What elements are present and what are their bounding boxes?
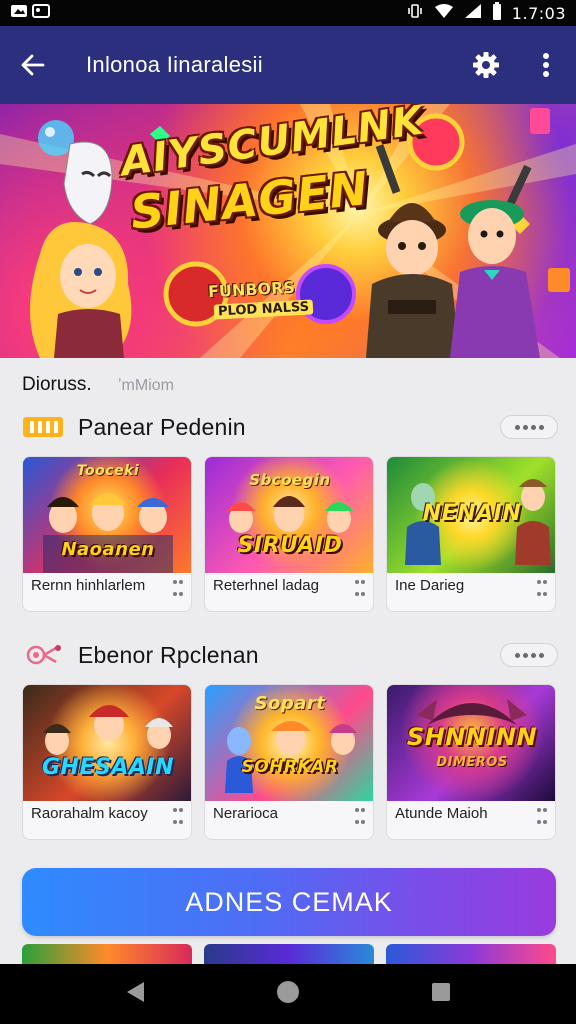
- card-menu-button[interactable]: [171, 805, 185, 827]
- game-thumbnail: Sbcoegin SIRUAID: [205, 457, 373, 573]
- game-title: Atunde Maioh: [395, 805, 488, 822]
- game-card[interactable]: Tooceki Naoanen Rernn hinhlarlem: [22, 456, 192, 612]
- cta-label: ADNES CEMAK: [185, 886, 393, 917]
- arrow-left-icon: [21, 54, 45, 76]
- game-thumbnail: Sopart SOHRKAR: [205, 685, 373, 801]
- more-vert-icon: [543, 53, 549, 77]
- status-bar: 1.7:03: [0, 0, 576, 26]
- game-card[interactable]: GHESAAIN Raorahalm kacoy: [22, 684, 192, 840]
- game-title: Reterhnel ladag: [213, 577, 319, 594]
- game-thumbnail: Tooceki Naoanen: [23, 457, 191, 573]
- notification-icon: [10, 3, 28, 24]
- game-thumbnail-peek[interactable]: [22, 944, 192, 964]
- game-thumbnail: SHNNINN DIMEROS: [387, 685, 555, 801]
- game-title: Ine Darieg: [395, 577, 465, 594]
- app-bar: Inlonoa Iinaralesii: [0, 26, 576, 104]
- game-card[interactable]: Sopart SOHRKAR Nerarioca: [204, 684, 374, 840]
- game-title: Raorahalm kacoy: [31, 805, 148, 822]
- card-menu-button[interactable]: [535, 805, 549, 827]
- game-thumbnail: NENAIN: [387, 457, 555, 573]
- hero-banner[interactable]: AIYSCUMLNK SINAGEN FUNBORS PLOD NALSS: [0, 104, 576, 358]
- more-horiz-button[interactable]: [500, 643, 558, 667]
- signal-icon: [464, 3, 482, 24]
- nav-back-button[interactable]: [124, 980, 146, 1009]
- more-menu-button[interactable]: [516, 26, 576, 104]
- card-menu-button[interactable]: [171, 577, 185, 599]
- game-card[interactable]: SHNNINN DIMEROS Atunde Maioh: [386, 684, 556, 840]
- vibrate-icon: [406, 3, 424, 24]
- section-header: Panear Pedenin: [22, 412, 558, 442]
- game-card[interactable]: NENAIN Ine Darieg: [386, 456, 556, 612]
- game-title: Rernn hinhlarlem: [31, 577, 146, 594]
- settings-button[interactable]: [456, 26, 516, 104]
- nav-home-icon: [276, 980, 299, 1003]
- card-menu-button[interactable]: [535, 577, 549, 599]
- card-menu-button[interactable]: [353, 577, 367, 599]
- game-card[interactable]: Sbcoegin SIRUAID Reterhnel ladag: [204, 456, 374, 612]
- card-menu-button[interactable]: [353, 805, 367, 827]
- nav-recents-button[interactable]: [430, 981, 452, 1008]
- candy-icon: [22, 642, 66, 668]
- clock: 1.7:03: [511, 3, 566, 23]
- game-thumbnail: GHESAAIN: [23, 685, 191, 801]
- discover-heading: Dioruss.: [22, 374, 92, 395]
- section-header: Ebenor Rpclenan: [22, 640, 558, 670]
- wifi-icon: [434, 3, 454, 24]
- tag-badge-icon: [22, 414, 66, 440]
- back-button[interactable]: [0, 26, 66, 104]
- page-title: Inlonoa Iinaralesii: [86, 52, 263, 77]
- nav-back-icon: [127, 981, 145, 1002]
- image-icon: [32, 3, 50, 24]
- system-nav-bar: [0, 964, 576, 1024]
- gear-icon: [473, 52, 499, 78]
- game-thumbnail-peek[interactable]: [386, 944, 556, 964]
- section-title: Ebenor Rpclenan: [78, 641, 259, 668]
- nav-home-button[interactable]: [275, 979, 301, 1010]
- battery-icon: [492, 1, 502, 25]
- nav-recents-icon: [431, 982, 450, 1001]
- more-horiz-button[interactable]: [500, 415, 558, 439]
- primary-cta-button[interactable]: ADNES CEMAK: [22, 868, 556, 936]
- section-title: Panear Pedenin: [78, 413, 246, 440]
- game-thumbnail-peek[interactable]: [204, 944, 374, 964]
- discover-subheading: ʼmMiom: [118, 377, 174, 394]
- game-title: Nerarioca: [213, 805, 279, 822]
